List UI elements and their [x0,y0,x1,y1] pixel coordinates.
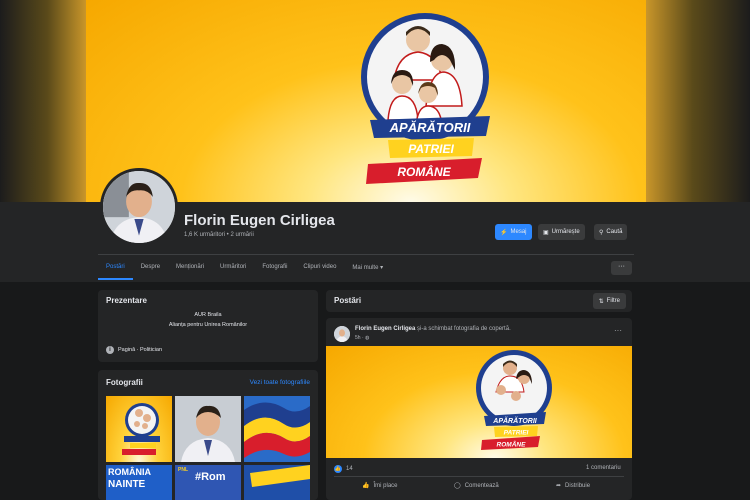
tile-emblem [122,403,160,455]
post-author-avatar[interactable] [334,326,350,342]
posts-header-card: Postări ⇅ Filtre [326,290,632,312]
avatar-portrait [103,171,175,243]
comment-label: Comentează [464,482,499,489]
svg-text:APĂRĂTORII: APĂRĂTORII [492,416,537,425]
intro-title: Prezentare [106,296,147,305]
post-author[interactable]: Florin Eugen Cirligea [355,326,415,332]
tile-4-text-a: ROMÂNIA [108,467,151,477]
filters-button[interactable]: ⇅ Filtre [592,293,626,309]
tab-about[interactable]: Despre [133,260,168,280]
tile-banner [244,465,310,500]
photo-tile-3[interactable] [244,396,310,462]
profile-followers[interactable]: 1,6 K urmăritori • 2 urmării [184,232,254,238]
tile-flag [244,396,310,462]
post-actions-divider [334,476,624,477]
posts-title: Postări [334,296,362,305]
share-button[interactable]: ➦ Distribuie [556,482,591,490]
cover-right-blur [646,0,750,210]
profile-name: Florin Eugen Cirligea [184,212,335,229]
intro-line-2: Alianța pentru Unirea Românilor [168,322,248,328]
photos-title: Fotografii [106,378,143,387]
tab-posts[interactable]: Postări [98,260,133,280]
post-action: și-a schimbat fotografia de copertă. [417,326,511,332]
tile-portrait [175,396,241,462]
photo-tile-1[interactable] [106,396,172,462]
post-more-button[interactable]: ··· [614,326,622,335]
post-image[interactable]: APĂRĂTORII PATRIEI ROMÂNE [326,346,632,458]
share-label: Distribuie [565,482,591,489]
tabs-overflow-button[interactable]: ··· [611,261,632,275]
share-icon: ➦ [556,483,562,489]
post-header-line: Florin Eugen Cirligea și-a schimbat foto… [355,326,511,332]
follow-button[interactable]: ▣ Urmărește [538,224,585,240]
intro-card: Prezentare AUR Braila Alianța pentru Uni… [98,290,318,362]
globe-icon: ◍ [365,335,370,341]
filter-icon: ⇅ [598,298,604,305]
message-label: Mesaj [510,229,527,235]
tab-more[interactable]: Mai multe ▾ [344,260,391,280]
svg-text:APĂRĂTORII: APĂRĂTORII [389,120,471,135]
photo-tile-5[interactable]: PNL #Rom [175,465,241,500]
messenger-icon: ⚡ [500,229,508,236]
like-reaction-icon: 👍 [334,465,342,473]
header-divider [98,254,634,255]
like-button[interactable]: 👍 Îmi place [362,482,398,490]
photo-tile-2[interactable] [175,396,241,462]
post-time-label: 5h · [355,335,366,341]
follow-label: Urmărește [551,229,580,235]
intro-line-1: AUR Braila [194,312,222,318]
tab-photos[interactable]: Fotografii [254,260,295,280]
svg-text:PATRIEI: PATRIEI [504,430,529,437]
svg-text:PATRIEI: PATRIEI [408,142,454,156]
post-time[interactable]: 5h · ◍ [355,335,369,341]
filters-label: Filtre [606,298,620,304]
post-avatar-portrait [334,326,350,342]
post-image-emblem: APĂRĂTORII PATRIEI ROMÂNE [476,350,552,450]
photo-tile-4[interactable]: ROMÂNIA NAINTE [106,465,172,500]
profile-tabs: Postări Despre Menționări Urmăritori Fot… [98,260,391,280]
info-icon: i [106,346,114,354]
tab-mentions[interactable]: Menționări [168,260,212,280]
cover-photo[interactable]: APĂRĂTORII PATRIEI ROMÂNE [86,0,646,202]
svg-text:ROMÂNE: ROMÂNE [397,164,451,179]
comment-count[interactable]: 1 comentariu [586,465,621,471]
see-all-photos-link[interactable]: Vezi toate fotografiile [250,379,310,386]
tile-4-text-b: NAINTE [108,479,146,490]
reaction-count: 14 [346,466,353,472]
page-type-label: Pagină · Politician [118,347,163,353]
like-label: Îmi place [373,482,398,489]
profile-avatar[interactable] [100,168,178,246]
tab-videos[interactable]: Clipuri video [295,260,344,280]
tab-followers[interactable]: Urmăritori [212,260,254,280]
search-label: Caută [606,229,623,235]
cover-banner: APĂRĂTORII PATRIEI ROMÂNE [366,116,490,184]
search-icon: ⚲ [599,229,604,236]
search-button[interactable]: ⚲ Caută [594,224,628,240]
thumbs-up-icon: 👍 [362,483,370,489]
cover-left-blur [0,0,86,210]
message-button[interactable]: ⚡ Mesaj [495,224,532,240]
comment-button[interactable]: ◯ Comentează [454,482,499,490]
svg-text:ROMÂNE: ROMÂNE [497,440,527,449]
post-reactions[interactable]: 👍 14 [334,465,353,473]
follow-icon: ▣ [543,229,549,236]
tile-5-sub: PNL [178,467,188,473]
comment-icon: ◯ [454,483,461,489]
photo-tile-6[interactable] [244,465,310,500]
tile-5-text: #Rom [195,471,226,483]
intro-page-type: i Pagină · Politician [106,346,162,354]
